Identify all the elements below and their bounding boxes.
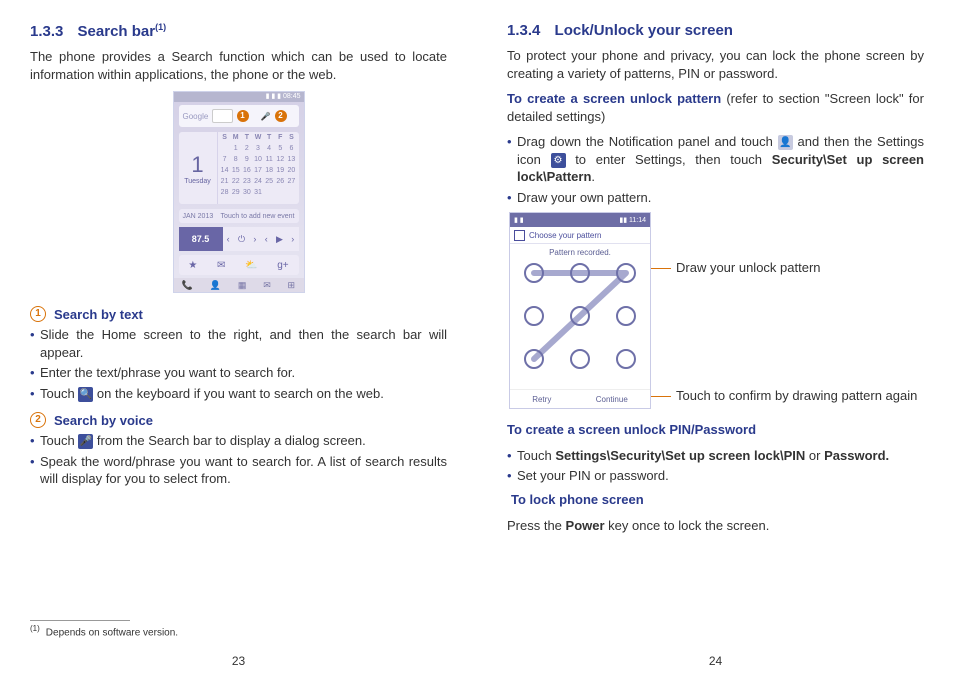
subhead-create-pin: To create a screen unlock PIN/Password	[507, 421, 924, 439]
list-item: Touch Settings\Security\Set up screen lo…	[507, 447, 924, 465]
list-item: Slide the Home screen to the right, and …	[30, 326, 447, 361]
thumb-radio-bar: 87.5 ‹⏻›‹▶›	[179, 227, 299, 251]
section-number: 1.3.4	[507, 22, 540, 39]
create-pattern-line: To create a screen unlock pattern (refer…	[507, 90, 924, 125]
pattern-grid	[520, 261, 640, 371]
section-heading-1-3-3: 1.3.3 Search bar(1)	[30, 22, 447, 40]
bullets-search-by-voice: Touch 🎤 from the Search bar to display a…	[30, 432, 447, 488]
page-right: 1.3.4 Lock/Unlock your screen To protect…	[477, 0, 954, 678]
subhead-search-by-voice: 2 Search by voice	[30, 412, 447, 428]
settings-icon: ⚙	[551, 153, 566, 168]
pattern-figure-with-annotations: ▮ ▮▮▮ 11:14 Choose your pattern Pattern …	[507, 212, 924, 409]
numbered-badge-2: 2	[30, 412, 46, 428]
thumb-calendar: 1Tuesday SMTWTFS123456789101112131415161…	[179, 132, 299, 204]
list-item: Set your PIN or password.	[507, 467, 924, 485]
footnote-ref: (1)	[155, 22, 166, 32]
list-item: Touch 🔍 on the keyboard if you want to s…	[30, 385, 447, 403]
list-item: Speak the word/phrase you want to search…	[30, 453, 447, 488]
thumb-statusbar: ▮ ▮ ▮ 08:45	[174, 92, 304, 102]
home-screen-figure: ▮ ▮ ▮ 08:45 Google 1 🎤 2 1Tuesday SMTWTF…	[30, 91, 447, 296]
section-title: Search bar	[78, 23, 156, 40]
thumb-dock: 📞👤▦✉⊞	[174, 278, 304, 292]
pattern-header: Choose your pattern	[510, 227, 650, 244]
list-item: Drag down the Notification panel and tou…	[507, 133, 924, 186]
thumb-search-bar: Google 1 🎤 2	[179, 105, 299, 127]
list-item: Draw your own pattern.	[507, 189, 924, 207]
bullets-search-by-text: Slide the Home screen to the right, and …	[30, 326, 447, 402]
pattern-statusbar: ▮ ▮▮▮ 11:14	[510, 213, 650, 227]
microphone-icon: 🎤	[78, 434, 93, 449]
pattern-footer: Retry Continue	[510, 389, 650, 408]
bullets-create-pin: Touch Settings\Security\Set up screen lo…	[507, 447, 924, 485]
annotation-draw-pattern: Draw your unlock pattern	[651, 260, 917, 275]
retry-button[interactable]: Retry	[532, 395, 551, 404]
profile-icon: 👤	[778, 135, 793, 150]
list-item: Touch 🎤 from the Search bar to display a…	[30, 432, 447, 450]
continue-button[interactable]: Continue	[596, 395, 628, 404]
callout-one-icon: 1	[237, 110, 249, 122]
page-number: 24	[477, 654, 954, 668]
footnote: (1)Depends on software version.	[30, 620, 178, 638]
annotation-confirm: Touch to confirm by drawing pattern agai…	[651, 388, 917, 403]
pattern-subtext: Pattern recorded.	[510, 244, 650, 261]
phone-thumbnail: ▮ ▮ ▮ 08:45 Google 1 🎤 2 1Tuesday SMTWTF…	[173, 91, 305, 293]
callout-two-icon: 2	[275, 110, 287, 122]
subhead-lock-screen: To lock phone screen	[511, 491, 924, 509]
section-number: 1.3.3	[30, 23, 63, 40]
thumb-info-bar: JAN 2013Touch to add new event	[179, 209, 299, 223]
list-item: Enter the text/phrase you want to search…	[30, 364, 447, 382]
search-icon: 🔍	[78, 387, 93, 402]
bullets-create-pattern: Drag down the Notification panel and tou…	[507, 133, 924, 206]
subhead-search-by-text: 1 Search by text	[30, 306, 447, 322]
page-left: 1.3.3 Search bar(1) The phone provides a…	[0, 0, 477, 678]
lock-screen-body: Press the Power key once to lock the scr…	[507, 517, 924, 535]
section-intro: The phone provides a Search function whi…	[30, 48, 447, 83]
section-title: Lock/Unlock your screen	[555, 22, 733, 39]
pattern-figure: ▮ ▮▮▮ 11:14 Choose your pattern Pattern …	[509, 212, 651, 409]
page-number: 23	[0, 654, 477, 668]
thumb-app-row: ★✉⛅g+	[179, 255, 299, 275]
numbered-badge-1: 1	[30, 306, 46, 322]
section-intro: To protect your phone and privacy, you c…	[507, 47, 924, 82]
section-heading-1-3-4: 1.3.4 Lock/Unlock your screen	[507, 22, 924, 39]
